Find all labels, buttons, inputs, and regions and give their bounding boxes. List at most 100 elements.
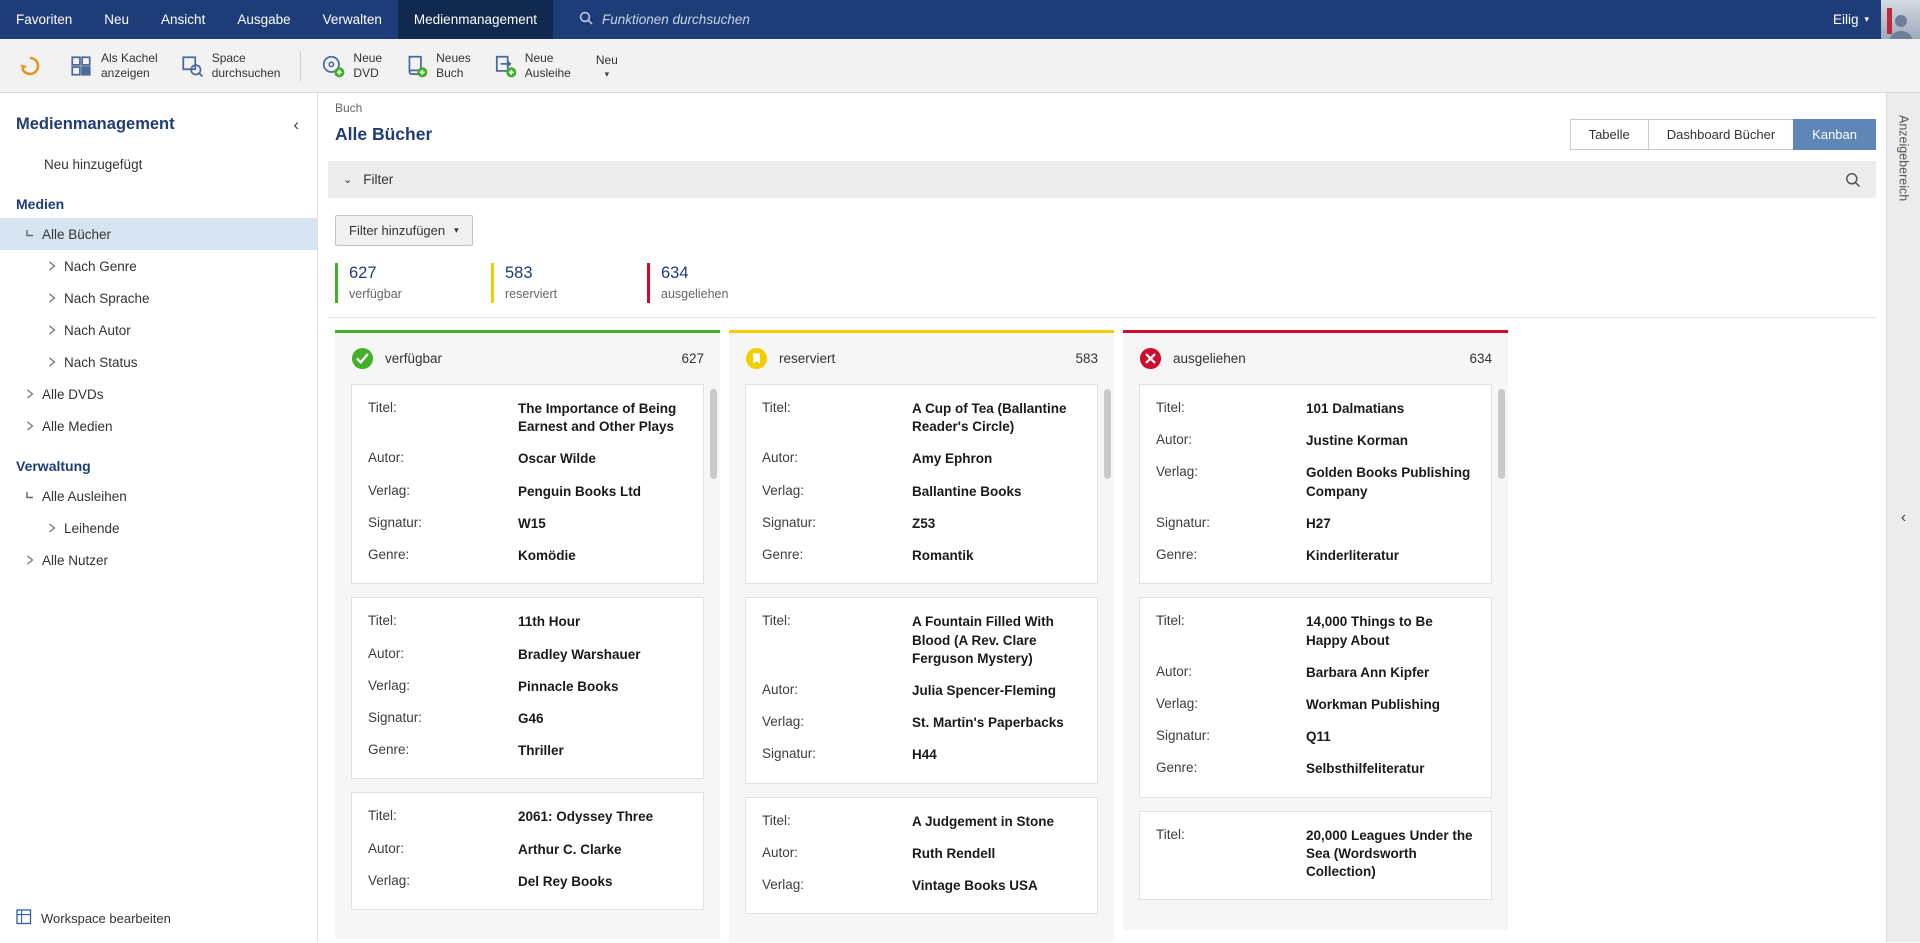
stat-label: verfügbar (349, 287, 491, 301)
book-card[interactable]: Titel:2061: Odyssey ThreeAutor:Arthur C.… (351, 792, 704, 910)
field-label: Genre: (762, 547, 912, 565)
new-loan-label: NeueAusleihe (525, 51, 571, 81)
sidebar-item-leihende[interactable]: Leihende (0, 512, 317, 544)
filter-label: Filter (363, 172, 393, 187)
card-field: Verlag:Penguin Books Ltd (368, 483, 689, 501)
field-value: A Fountain Filled With Blood (A Rev. Cla… (912, 613, 1083, 668)
field-label: Autor: (762, 450, 912, 468)
menu-item-ansicht[interactable]: Ansicht (145, 0, 221, 39)
view-button-kanban[interactable]: Kanban (1793, 119, 1876, 150)
field-label: Verlag: (1156, 464, 1306, 500)
avatar[interactable] (1881, 0, 1920, 39)
stat-verfuegbar[interactable]: 627 verfügbar (335, 263, 491, 303)
field-value: Q11 (1306, 728, 1477, 746)
menu-item-ausgabe[interactable]: Ausgabe (221, 0, 306, 39)
card-field: Titel:20,000 Leagues Under the Sea (Word… (1156, 827, 1477, 882)
column-scrollbar[interactable] (1498, 389, 1505, 479)
breadcrumb[interactable]: Buch (328, 101, 1876, 115)
sidebar-section-verwaltung: Verwaltung (0, 458, 317, 474)
new-dvd-button[interactable]: NeueDVD (310, 46, 393, 86)
ribbon-toolbar: Als Kachelanzeigen Spacedurchsuchen Neue… (0, 39, 1920, 93)
column-scrollbar[interactable] (710, 389, 717, 479)
sidebar-item-nach-autor[interactable]: Nach Autor (0, 314, 317, 346)
new-loan-button[interactable]: NeueAusleihe (482, 46, 582, 86)
new-book-button[interactable]: NeuesBuch (393, 46, 482, 86)
sidebar-item-alle-dvds[interactable]: Alle DVDs (0, 378, 317, 410)
main-content: Buch Alle Bücher Tabelle Dashboard Büche… (318, 93, 1886, 942)
filter-section-header[interactable]: ⌄ Filter (328, 161, 1876, 198)
card-field: Genre:Komödie (368, 547, 689, 565)
field-label: Titel: (762, 813, 912, 831)
column-scrollbar[interactable] (1104, 389, 1111, 479)
sidebar-item-label: Leihende (64, 521, 120, 536)
profile-dropdown[interactable]: Eilig ▾ (1833, 12, 1869, 27)
new-loan-icon (493, 54, 517, 78)
sidebar-item-nach-sprache[interactable]: Nach Sprache (0, 282, 317, 314)
function-search[interactable]: Funktionen durchsuchen (579, 0, 750, 39)
sidebar-collapse-icon[interactable]: ‹ (293, 116, 299, 133)
new-dvd-label: NeueDVD (353, 51, 382, 81)
field-label: Verlag: (762, 877, 912, 895)
stat-value: 583 (505, 264, 647, 283)
field-label: Signatur: (368, 710, 518, 728)
field-label: Titel: (368, 808, 518, 826)
kanban-column-header: reserviert583 (729, 333, 1114, 381)
book-card[interactable]: Titel:A Judgement in StoneAutor:Ruth Ren… (745, 797, 1098, 915)
menu-item-neu[interactable]: Neu (88, 0, 145, 39)
sidebar-item-neu-hinzugefuegt[interactable]: Neu hinzugefügt (0, 148, 317, 180)
book-card[interactable]: Titel:14,000 Things to Be Happy AboutAut… (1139, 597, 1492, 797)
filter-search-icon[interactable] (1845, 172, 1861, 188)
field-value: Kinderliteratur (1306, 547, 1477, 565)
book-card[interactable]: Titel:20,000 Leagues Under the Sea (Word… (1139, 811, 1492, 901)
space-search-label: Spacedurchsuchen (212, 51, 281, 81)
refresh-icon (18, 54, 42, 78)
stat-value: 634 (661, 264, 803, 283)
field-label: Autor: (1156, 432, 1306, 450)
sidebar-item-label: Alle Ausleihen (42, 489, 127, 504)
card-field: Verlag:Workman Publishing (1156, 696, 1477, 714)
card-field: Signatur:H27 (1156, 515, 1477, 533)
kanban-column: reserviert583Titel:A Cup of Tea (Ballant… (729, 330, 1114, 942)
field-value: H44 (912, 746, 1083, 764)
sidebar-item-label: Nach Genre (64, 259, 137, 274)
menu-item-favoriten[interactable]: Favoriten (0, 0, 88, 39)
view-button-dashboard[interactable]: Dashboard Bücher (1648, 119, 1794, 150)
field-label: Titel: (762, 400, 912, 436)
kanban-column-count: 634 (1469, 351, 1492, 366)
add-filter-button[interactable]: Filter hinzufügen ▾ (335, 215, 473, 246)
book-card[interactable]: Titel:The Importance of Being Earnest an… (351, 384, 704, 584)
stat-ausgeliehen[interactable]: 634 ausgeliehen (647, 263, 803, 303)
sidebar-item-label: Alle Bücher (42, 227, 111, 242)
workspace-edit-button[interactable]: Workspace bearbeiten (0, 902, 317, 934)
field-value: Pinnacle Books (518, 678, 689, 696)
tile-view-button[interactable]: Als Kachelanzeigen (58, 46, 169, 86)
refresh-button[interactable] (10, 48, 50, 84)
kanban-column-header: verfügbar627 (335, 333, 720, 381)
menu-item-verwalten[interactable]: Verwalten (307, 0, 398, 39)
new-dropdown-button[interactable]: Neu ▾ (582, 49, 632, 83)
view-button-tabelle[interactable]: Tabelle (1570, 119, 1649, 150)
chevron-left-icon[interactable]: ‹ (1901, 510, 1906, 526)
field-value: St. Martin's Paperbacks (912, 714, 1083, 732)
sidebar-item-nach-status[interactable]: Nach Status (0, 346, 317, 378)
sidebar-item-alle-nutzer[interactable]: Alle Nutzer (0, 544, 317, 576)
book-card[interactable]: Titel:A Cup of Tea (Ballantine Reader's … (745, 384, 1098, 584)
stat-reserviert[interactable]: 583 reserviert (491, 263, 647, 303)
chevron-right-icon (46, 261, 57, 271)
sidebar-item-alle-buecher[interactable]: Alle Bücher (0, 218, 317, 250)
field-label: Signatur: (1156, 728, 1306, 746)
sidebar-item-alle-medien[interactable]: Alle Medien (0, 410, 317, 442)
space-search-button[interactable]: Spacedurchsuchen (169, 46, 292, 86)
book-card[interactable]: Titel:101 DalmatiansAutor:Justine Korman… (1139, 384, 1492, 584)
menu-item-medienmanagement[interactable]: Medienmanagement (398, 0, 553, 39)
field-value: 20,000 Leagues Under the Sea (Wordsworth… (1306, 827, 1477, 882)
kanban-column-title: ausgeliehen (1173, 351, 1246, 366)
book-card[interactable]: Titel:11th HourAutor:Bradley WarshauerVe… (351, 597, 704, 779)
book-card[interactable]: Titel:A Fountain Filled With Blood (A Re… (745, 597, 1098, 783)
field-value: Selbsthilfeliteratur (1306, 760, 1477, 778)
sidebar-item-label: Nach Status (64, 355, 138, 370)
sidebar-item-nach-genre[interactable]: Nach Genre (0, 250, 317, 282)
status-summary: 627 verfügbar 583 reserviert 634 ausgeli… (328, 263, 1876, 303)
sidebar-item-alle-ausleihen[interactable]: Alle Ausleihen (0, 480, 317, 512)
sidebar-section-medien: Medien (0, 196, 317, 212)
